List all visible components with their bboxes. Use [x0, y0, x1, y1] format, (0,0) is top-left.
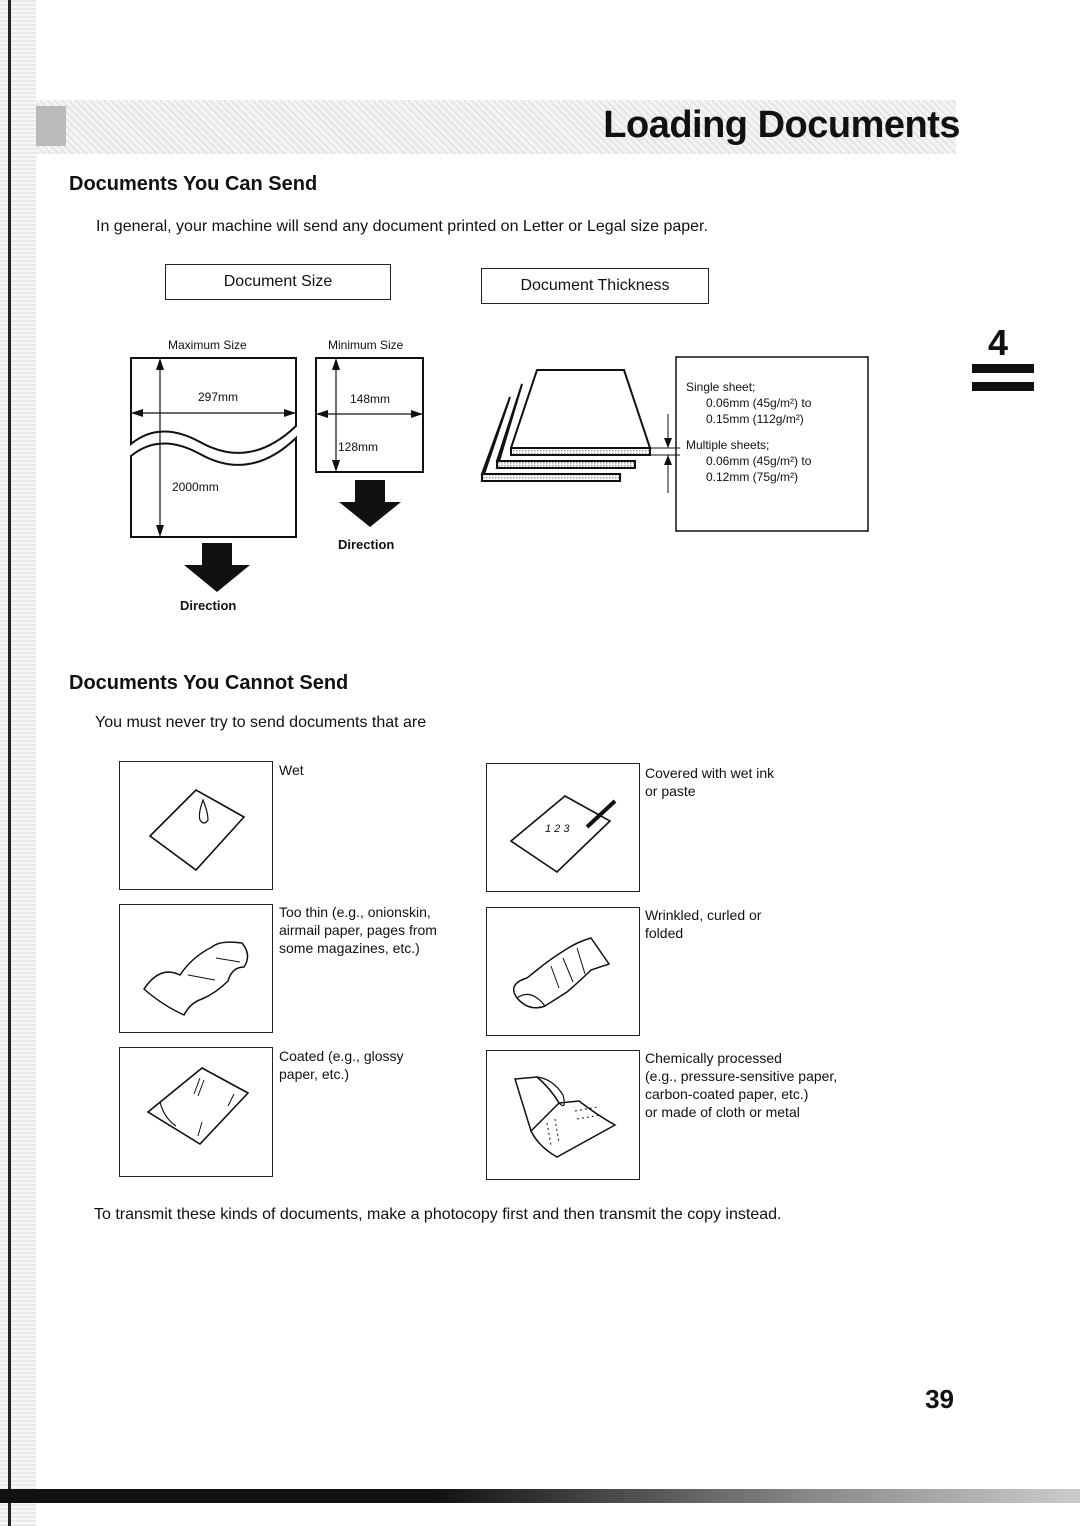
- thickness-specs: Single sheet; 0.06mm (45g/m²) to 0.15mm …: [686, 379, 811, 485]
- cannot-send-intro: You must never try to send documents tha…: [95, 714, 427, 731]
- coated-item-image: [119, 1047, 273, 1177]
- wrinkled-paper-icon: [512, 937, 611, 1009]
- photocopy-note: To transmit these kinds of documents, ma…: [94, 1206, 782, 1223]
- coated-item-line: Coated (e.g., glossy: [279, 1048, 404, 1064]
- wrinkled-item-line: Wrinkled, curled or: [645, 907, 762, 923]
- wrinkled-item-text: Wrinkled, curled or folded: [645, 906, 761, 942]
- wet-item-line: Wet: [279, 762, 304, 778]
- single-sheet-min: 0.06mm (45g/m²) to: [706, 396, 812, 410]
- page-number: 39: [925, 1384, 954, 1414]
- thin-paper-icon: [143, 941, 249, 1016]
- section-heading-cannot-send: Documents You Cannot Send: [69, 672, 349, 694]
- single-sheet-label: Single sheet;: [686, 380, 756, 394]
- ink-pen-paper-icon: 1 2 3: [509, 795, 617, 874]
- multiple-sheets-label: Multiple sheets;: [686, 438, 770, 452]
- wet-ink-item-text: Covered with wet ink or paste: [645, 764, 774, 800]
- multiple-sheets-min: 0.06mm (45g/m²) to: [706, 454, 812, 468]
- thin-item-line: Too thin (e.g., onionskin,: [279, 904, 431, 920]
- thin-item-line: some magazines, etc.): [279, 940, 420, 956]
- sample-digits: 1 2 3: [545, 823, 570, 835]
- chemical-item-image: [486, 1050, 640, 1180]
- carbon-paper-icon: [514, 1076, 617, 1158]
- single-sheet-max: 0.15mm (112g/m²): [706, 412, 804, 426]
- chemical-item-line: carbon-coated paper, etc.): [645, 1086, 809, 1102]
- coated-item-line: paper, etc.): [279, 1066, 350, 1082]
- wet-ink-item-image: 1 2 3: [486, 763, 640, 892]
- coated-item-text: Coated (e.g., glossy paper, etc.): [279, 1047, 404, 1083]
- chemical-item-line: Chemically processed: [645, 1050, 782, 1066]
- scan-bottom-edge: [0, 1489, 1080, 1503]
- glossy-paper-icon: [146, 1067, 250, 1146]
- chemical-item-text: Chemically processed (e.g., pressure-sen…: [645, 1049, 837, 1121]
- thin-item-text: Too thin (e.g., onionskin, airmail paper…: [279, 903, 437, 957]
- wrinkled-item-line: folded: [645, 925, 684, 941]
- wet-item-text: Wet: [279, 761, 304, 779]
- thin-item-image: [119, 904, 273, 1033]
- wet-item-image: [119, 761, 273, 890]
- chemical-item-line: or made of cloth or metal: [645, 1104, 800, 1120]
- wet-ink-item-line: Covered with wet ink: [645, 765, 775, 781]
- chemical-item-line: (e.g., pressure-sensitive paper,: [645, 1068, 838, 1084]
- wet-ink-item-line: or paste: [645, 783, 696, 799]
- wet-paper-icon: [148, 789, 246, 872]
- thin-item-line: airmail paper, pages from: [279, 922, 437, 938]
- wrinkled-item-image: [486, 907, 640, 1036]
- multiple-sheets-max: 0.12mm (75g/m²): [706, 470, 799, 484]
